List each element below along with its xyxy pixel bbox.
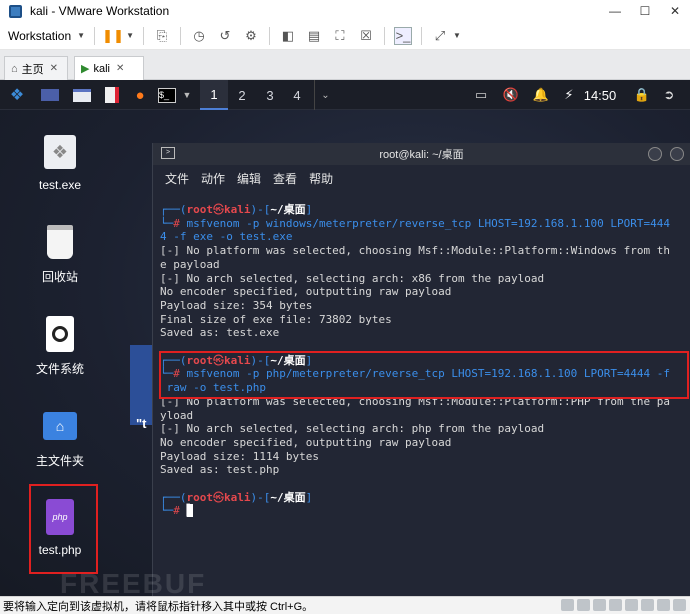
show-desktop-icon[interactable]	[38, 80, 62, 110]
vmware-logo-icon	[9, 4, 22, 18]
prompt-open: ┌──(	[160, 203, 187, 216]
toolbar: Workstation ▼ ❚❚ ▼ ⎘ ◷ ↺ ⚙ ◧ ▤ ⛶ ☒ >_ ⤢ …	[0, 22, 690, 50]
pause-icon[interactable]: ❚❚	[102, 27, 124, 45]
status-bar: 要将输入定向到该虚拟机，请将鼠标指针移入其中或按 Ctrl+G。	[0, 596, 690, 614]
device-icons	[561, 599, 686, 611]
command-line-1: msfvenom -p windows/meterpreter/reverse_…	[186, 216, 670, 230]
clock[interactable]: 14:50	[580, 80, 620, 110]
logout-icon[interactable]: ➲	[658, 80, 680, 110]
terminal-app-icon: >	[161, 147, 175, 159]
sidebar-view-icon[interactable]: ◧	[279, 27, 297, 45]
snapshot-icon[interactable]: ◷	[190, 27, 208, 45]
status-text: 要将输入定向到该虚拟机，请将鼠标指针移入其中或按 Ctrl+G。	[3, 600, 314, 613]
terminal-window[interactable]: > root@kali: ~/桌面 文件 动作 编辑 查看 帮助 ┌──( roo…	[152, 143, 690, 596]
title-bar: kali - VMware Workstation — ☐ ✕	[0, 0, 690, 22]
close-icon[interactable]: ✕	[660, 0, 690, 22]
file-manager-icon[interactable]	[70, 80, 94, 110]
drive-icon	[42, 314, 78, 354]
unity-icon[interactable]: ☒	[357, 27, 375, 45]
workspace-2[interactable]: 2	[228, 80, 256, 110]
menu-help[interactable]: 帮助	[309, 170, 333, 187]
resize-grip-icon[interactable]	[673, 599, 686, 611]
kali-top-panel: ❖ ● $_ ▼ 1 2 3 4 ⌄ ▭ 🔇 🔔 ⚡ 14:50 🔒 ➲	[0, 80, 690, 110]
workstation-menu[interactable]: Workstation	[0, 29, 77, 43]
hdd-icon[interactable]	[561, 599, 574, 611]
terminal-maximize-icon[interactable]	[670, 147, 684, 161]
highlight-box-php-command	[159, 351, 689, 399]
chevron-down-icon[interactable]: ⌄	[314, 80, 336, 110]
guest-display[interactable]: ❖ ● $_ ▼ 1 2 3 4 ⌄ ▭ 🔇 🔔 ⚡ 14:50 🔒 ➲ ❖ t…	[0, 80, 690, 599]
text-editor-icon[interactable]	[100, 80, 124, 110]
cd-icon[interactable]	[577, 599, 590, 611]
stretch-icon[interactable]: ⤢	[431, 27, 449, 45]
workspace-3[interactable]: 3	[256, 80, 284, 110]
lock-icon[interactable]: 🔒	[632, 80, 652, 110]
tab-kali[interactable]: ▶ kali ✕	[74, 56, 144, 80]
notification-bell-icon[interactable]: 🔔	[530, 80, 552, 110]
highlight-box-test-php	[29, 484, 98, 574]
window-title: kali - VMware Workstation	[30, 4, 170, 18]
vm-running-icon: ▶	[81, 63, 90, 75]
maximize-icon[interactable]: ☐	[630, 0, 660, 22]
network-icon[interactable]	[593, 599, 606, 611]
power-status-icon[interactable]: ⚡	[558, 80, 580, 110]
console-view-icon[interactable]: ▤	[305, 27, 323, 45]
terminal-cursor: ▌	[186, 504, 194, 518]
chevron-down-icon[interactable]: ▼	[126, 31, 134, 40]
message-icon[interactable]	[657, 599, 670, 611]
desktop-icon-trash[interactable]: 回收站	[25, 222, 95, 285]
workspace-4[interactable]: 4	[283, 80, 311, 110]
close-tab-icon[interactable]: ✕	[116, 63, 124, 74]
home-folder-icon: ⌂	[42, 406, 78, 446]
background-window-text: "t	[136, 416, 147, 431]
close-tab-icon[interactable]: ✕	[50, 63, 58, 74]
display-status-icon[interactable]	[641, 599, 654, 611]
firefox-icon[interactable]: ●	[128, 80, 152, 110]
send-keys-icon[interactable]: ⎘	[153, 27, 171, 45]
desktop-icon-test-exe[interactable]: ❖ test.exe	[25, 132, 95, 192]
volume-muted-icon[interactable]: 🔇	[500, 80, 522, 110]
menu-file[interactable]: 文件	[165, 170, 189, 187]
executable-icon: ❖	[42, 132, 78, 172]
terminal-menubar: 文件 动作 编辑 查看 帮助	[153, 165, 690, 191]
usb-icon[interactable]	[609, 599, 622, 611]
terminal-icon[interactable]: $_	[155, 80, 179, 110]
display-icon[interactable]: ▭	[470, 80, 492, 110]
sound-icon[interactable]	[625, 599, 638, 611]
tab-bar: ⌂ 主页 ✕ ▶ kali ✕	[0, 50, 690, 80]
desktop-icon-filesystem[interactable]: 文件系统	[25, 314, 95, 377]
menu-edit[interactable]: 编辑	[237, 170, 261, 187]
kali-menu-icon[interactable]: ❖	[4, 80, 30, 110]
menu-view[interactable]: 查看	[273, 170, 297, 187]
snapshot-manager-icon[interactable]: ⚙	[242, 27, 260, 45]
home-icon: ⌂	[11, 62, 18, 75]
trash-icon	[42, 222, 78, 262]
chevron-down-icon[interactable]: ▼	[453, 31, 461, 40]
chevron-down-icon[interactable]: ▼	[180, 80, 194, 110]
vmware-window: { "window":{"title":"kali - VMware Works…	[0, 0, 690, 614]
chevron-down-icon[interactable]: ▼	[77, 31, 85, 40]
desktop-icon-home-folder[interactable]: ⌂ 主文件夹	[25, 406, 95, 469]
fullscreen-icon[interactable]: ⛶	[331, 27, 349, 45]
terminal-view-icon[interactable]: >_	[393, 26, 412, 45]
menu-actions[interactable]: 动作	[201, 170, 225, 187]
minimize-icon[interactable]: —	[600, 0, 630, 22]
terminal-titlebar: > root@kali: ~/桌面	[153, 143, 690, 165]
tab-home[interactable]: ⌂ 主页 ✕	[4, 56, 68, 80]
revert-snapshot-icon[interactable]: ↺	[216, 27, 234, 45]
terminal-title: root@kali: ~/桌面	[379, 149, 464, 161]
workspace-1[interactable]: 1	[200, 80, 228, 110]
terminal-minimize-icon[interactable]	[648, 147, 662, 161]
